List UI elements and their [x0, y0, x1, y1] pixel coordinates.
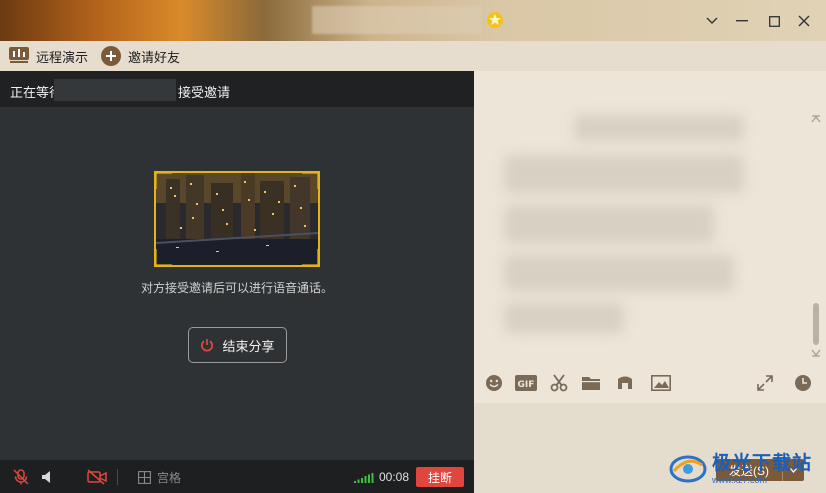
blurred-message	[504, 255, 734, 291]
watermark-url: www.xz7.com	[712, 475, 768, 485]
remote-demo-button[interactable]: 远程演示	[8, 45, 88, 67]
signal-strength-icon	[354, 473, 374, 483]
chat-toolbar: GIF	[474, 363, 826, 403]
end-share-label: 结束分享	[222, 338, 275, 354]
grid-label: 宫格	[157, 470, 182, 485]
watermark-title: 极光下载站	[712, 452, 813, 474]
collapse-chevron-icon[interactable]	[701, 10, 723, 32]
folder-icon[interactable]	[580, 373, 602, 393]
chat-scrollbar[interactable]	[811, 113, 821, 357]
title-bar	[0, 0, 826, 41]
message-list[interactable]	[474, 71, 826, 361]
redacted-name	[54, 79, 176, 101]
chat-panel: GIF	[474, 71, 826, 493]
remote-demo-label: 远程演示	[36, 49, 89, 65]
speaker-icon[interactable]	[40, 468, 56, 486]
blurred-message	[504, 303, 624, 333]
share-preview-thumbnail	[154, 171, 320, 267]
toolbar: 远程演示 邀请好友	[0, 41, 826, 71]
emoji-icon[interactable]	[484, 373, 504, 393]
call-timer: 00:08	[379, 470, 410, 484]
gif-icon[interactable]: GIF	[515, 373, 537, 393]
title-blurred	[312, 6, 482, 34]
fullscreen-icon[interactable]	[755, 373, 775, 393]
camera-off-icon[interactable]	[86, 468, 108, 486]
share-hint-text: 对方接受邀请后可以进行语音通话。	[140, 281, 333, 295]
image-icon[interactable]	[650, 373, 672, 393]
invite-friend-button[interactable]: 邀请好友	[100, 45, 180, 67]
hangup-label: 挂断	[427, 470, 452, 485]
presentation-icon	[8, 45, 30, 67]
scroll-thumb[interactable]	[813, 303, 819, 345]
status-suffix: 接受邀请	[178, 85, 231, 100]
scissors-icon[interactable]	[549, 373, 569, 393]
city-night-image	[156, 173, 318, 265]
minimize-icon[interactable]	[731, 10, 753, 32]
clock-history-icon[interactable]	[793, 373, 813, 393]
power-icon	[201, 339, 214, 352]
hangup-button[interactable]: 挂断	[416, 467, 464, 487]
blurred-message	[504, 205, 714, 243]
svg-text:GIF: GIF	[518, 380, 535, 390]
screen-share-panel: 正在等待 接受邀请 对方接受邀请后可以进行语音通话。 结束分享 宫格 00:08…	[0, 71, 474, 493]
grid-layout-button[interactable]: 宫格	[138, 468, 181, 486]
scroll-down-icon[interactable]	[811, 349, 821, 357]
site-watermark: 极光下载站 www.xz7.com	[668, 440, 826, 493]
music-icon[interactable]	[615, 373, 635, 393]
end-share-button[interactable]: 结束分享	[188, 327, 287, 363]
add-circle-icon	[100, 45, 122, 67]
grid-icon	[138, 470, 151, 484]
maximize-icon[interactable]	[763, 10, 785, 32]
call-control-bar: 宫格 00:08 挂断	[0, 460, 474, 493]
scroll-up-icon[interactable]	[811, 115, 821, 123]
divider	[117, 469, 118, 485]
blurred-message	[574, 115, 744, 141]
mic-muted-icon[interactable]	[12, 468, 30, 486]
close-icon[interactable]	[793, 10, 815, 32]
watermark-logo-icon	[669, 455, 707, 482]
share-status-bar: 正在等待 接受邀请	[0, 71, 474, 107]
invite-friend-label: 邀请好友	[128, 49, 181, 65]
star-icon[interactable]	[486, 11, 504, 29]
blurred-message	[504, 155, 744, 193]
